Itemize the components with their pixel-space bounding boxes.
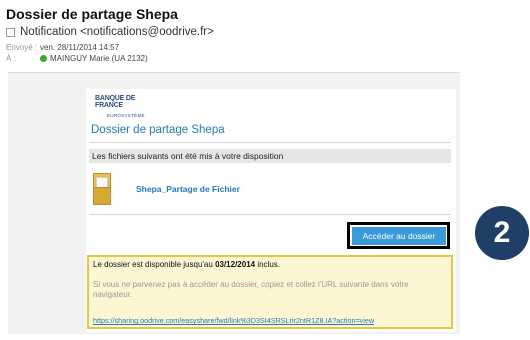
- sent-row: Envoyé : ven. 28/11/2014 14:57: [6, 43, 119, 52]
- availability-text: Le dossier est disponible jusqu'au 03/12…: [93, 260, 280, 269]
- info-bar: Les fichiers suivants ont été mis à votr…: [89, 149, 451, 163]
- banque-de-france-logo: BANQUE DE FRANCE EUROSYSTÈME: [95, 95, 155, 119]
- file-link[interactable]: Shepa_Partage de Fichier: [136, 184, 240, 194]
- availability-prefix: Le dossier est disponible jusqu'au: [93, 260, 216, 269]
- sent-label: Envoyé :: [6, 43, 38, 52]
- sender-row: Notification <notifications@oodrive.fr>: [6, 26, 214, 38]
- logo-text: BANQUE DE FRANCE: [95, 95, 136, 109]
- sent-value: ven. 28/11/2014 14:57: [40, 43, 120, 52]
- sender-name[interactable]: Notification <notifications@oodrive.fr>: [20, 26, 214, 38]
- logo-subtext: EUROSYSTÈME: [107, 113, 145, 118]
- email-header: Dossier de partage Shepa Notification <n…: [0, 0, 530, 70]
- fallback-instructions: Si vous ne parvenez pas à accéder au dos…: [93, 280, 409, 299]
- to-label: À :: [6, 54, 16, 63]
- divider: [89, 214, 451, 215]
- availability-suffix: inclus.: [255, 260, 281, 269]
- to-row: À : MAINGUY Marie (UA 2132): [6, 54, 148, 63]
- folder-icon: [93, 173, 111, 205]
- recipient-name[interactable]: MAINGUY Marie (UA 2132): [50, 54, 148, 63]
- access-folder-button[interactable]: Accéder au dossier: [352, 227, 446, 245]
- share-url-link[interactable]: https://sharing.oodrive.com/easyshare/fw…: [93, 316, 374, 325]
- step-number-badge: 2: [475, 206, 529, 260]
- availability-date: 03/12/2014: [215, 260, 256, 269]
- email-subject: Dossier de partage Shepa: [6, 6, 178, 22]
- divider: [89, 142, 451, 143]
- checkbox-icon[interactable]: [6, 27, 15, 37]
- presence-icon: [40, 55, 47, 62]
- availability-notice: Le dossier est disponible jusqu'au 03/12…: [87, 255, 453, 329]
- card-title: Dossier de partage Shepa: [91, 124, 225, 136]
